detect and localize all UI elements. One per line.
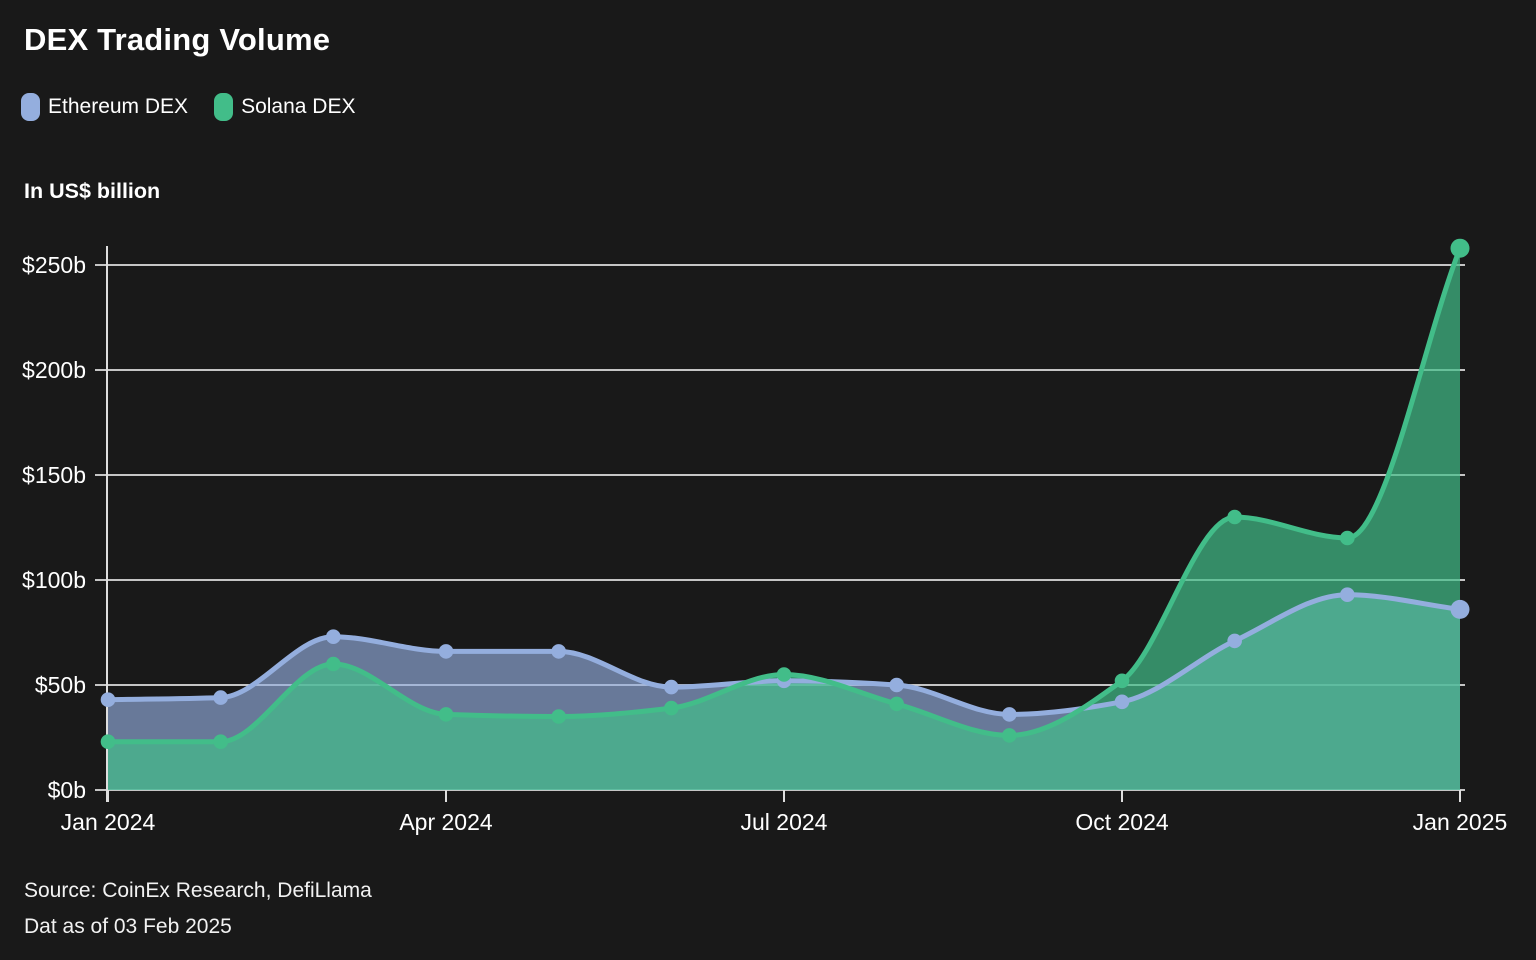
x-tick-label: Oct 2024 (1075, 809, 1169, 835)
solana-dex-point (1002, 728, 1017, 743)
chart-canvas: $0b $50b $100b $150b $200b $250b Jan 2024 Apr 2… (0, 0, 1536, 960)
y-tick-label: $250b (22, 252, 86, 278)
y-tick-label: $100b (22, 567, 86, 593)
solana-dex-point (889, 697, 904, 712)
x-tick-label: Jan 2025 (1413, 809, 1508, 835)
y-tick-label: $200b (22, 357, 86, 383)
solana-dex-point (777, 667, 792, 682)
x-tick-label: Apr 2024 (399, 809, 493, 835)
ethereum-dex-point (326, 629, 341, 644)
ethereum-dex-point (664, 680, 679, 695)
ethereum-dex-point (1340, 587, 1355, 602)
ethereum-dex-point (1227, 634, 1242, 649)
solana-dex-point (1451, 239, 1470, 258)
solana-dex-point (551, 709, 566, 724)
ethereum-dex-point (439, 644, 454, 659)
y-tick-label: $150b (22, 462, 86, 488)
ethereum-dex-point (551, 644, 566, 659)
solana-dex-point (439, 707, 454, 722)
chart-page: DEX Trading Volume Ethereum DEX Solana D… (0, 0, 1536, 960)
solana-dex-point (213, 734, 228, 749)
y-tick-label: $50b (35, 672, 86, 698)
ethereum-dex-point (213, 690, 228, 705)
asof-text: Dat as of 03 Feb 2025 (24, 909, 372, 945)
solana-dex-point (1227, 510, 1242, 525)
x-tick-label: Jul 2024 (741, 809, 828, 835)
ethereum-dex-point (1451, 600, 1470, 619)
ethereum-dex-point (889, 678, 904, 693)
solana-dex-point (1340, 531, 1355, 546)
y-tick-label: $0b (48, 777, 86, 803)
solana-dex-point (326, 657, 341, 672)
ethereum-dex-point (101, 692, 116, 707)
solana-dex-point (664, 701, 679, 716)
source-text: Source: CoinEx Research, DefiLlama (24, 873, 372, 909)
ethereum-dex-point (1002, 707, 1017, 722)
x-tick-label: Jan 2024 (61, 809, 156, 835)
solana-dex-point (1115, 674, 1130, 689)
ethereum-dex-point (1115, 695, 1130, 710)
solana-dex-point (101, 734, 116, 749)
source-block: Source: CoinEx Research, DefiLlama Dat a… (24, 873, 372, 944)
